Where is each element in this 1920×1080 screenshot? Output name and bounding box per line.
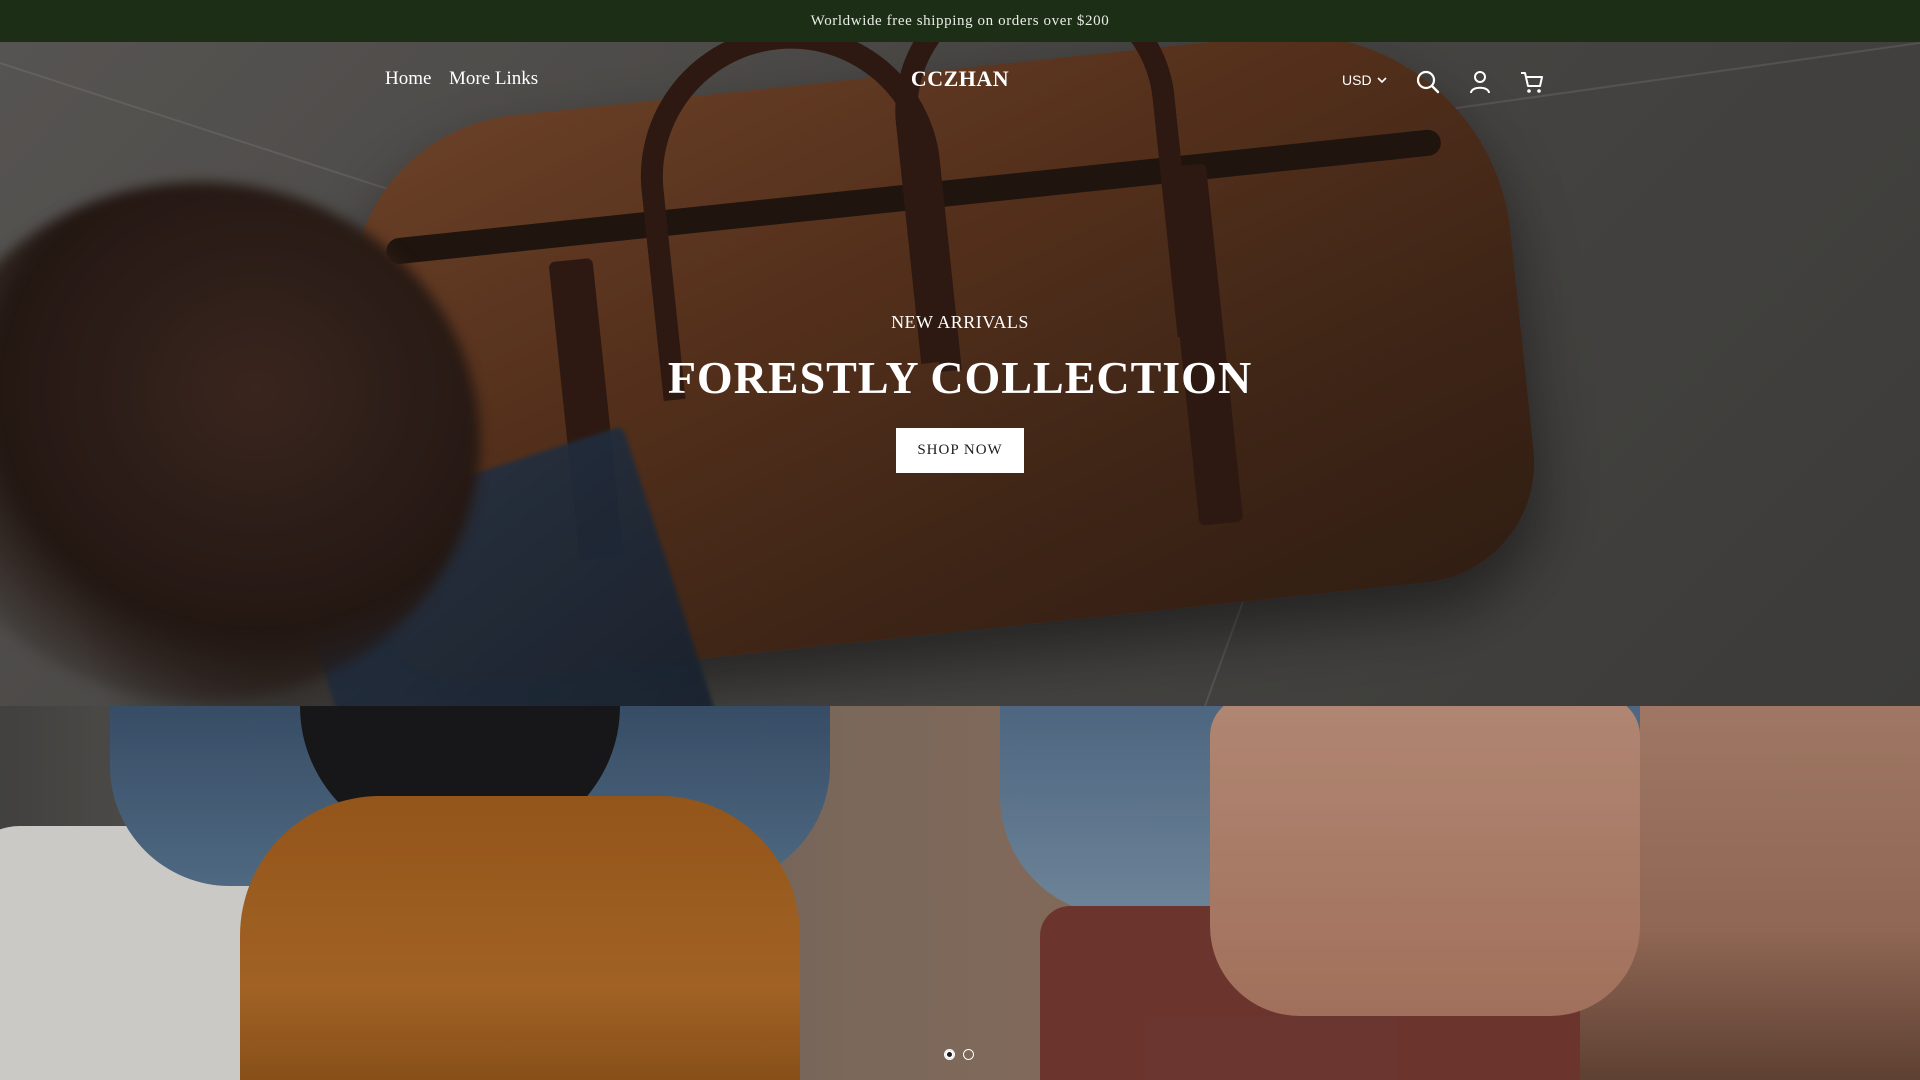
- cart-icon[interactable]: [1519, 69, 1545, 95]
- nav-link-more-links[interactable]: More Links: [449, 68, 538, 90]
- lifestyle-image-banner: [0, 706, 1920, 1080]
- account-icon[interactable]: [1467, 69, 1493, 95]
- shop-now-button[interactable]: SHOP NOW: [896, 428, 1024, 473]
- search-icon[interactable]: [1415, 69, 1441, 95]
- currency-label: USD: [1342, 72, 1372, 88]
- currency-selector[interactable]: USD: [1342, 72, 1388, 88]
- site-header: Home More Links CCZHAN USD: [0, 42, 1920, 122]
- logo-wrapper: CCZHAN: [0, 66, 1920, 92]
- chevron-down-icon: [1376, 77, 1387, 84]
- hero-content: NEW ARRIVALS FORESTLY COLLECTION SHOP NO…: [0, 312, 1920, 473]
- image-overlay: [0, 706, 1920, 1080]
- hero-eyebrow: NEW ARRIVALS: [891, 312, 1029, 332]
- slide-dot-1[interactable]: [944, 1049, 955, 1060]
- announcement-bar: Worldwide free shipping on orders over $…: [0, 0, 1920, 42]
- hero-banner: NEW ARRIVALS FORESTLY COLLECTION SHOP NO…: [0, 42, 1920, 706]
- site-logo[interactable]: CCZHAN: [911, 66, 1009, 91]
- announcement-text: Worldwide free shipping on orders over $…: [810, 12, 1110, 29]
- slide-dot-2[interactable]: [963, 1049, 974, 1060]
- nav-link-home[interactable]: Home: [385, 68, 431, 90]
- hero-headline: FORESTLY COLLECTION: [667, 352, 1253, 403]
- slideshow-dots: [944, 1049, 974, 1060]
